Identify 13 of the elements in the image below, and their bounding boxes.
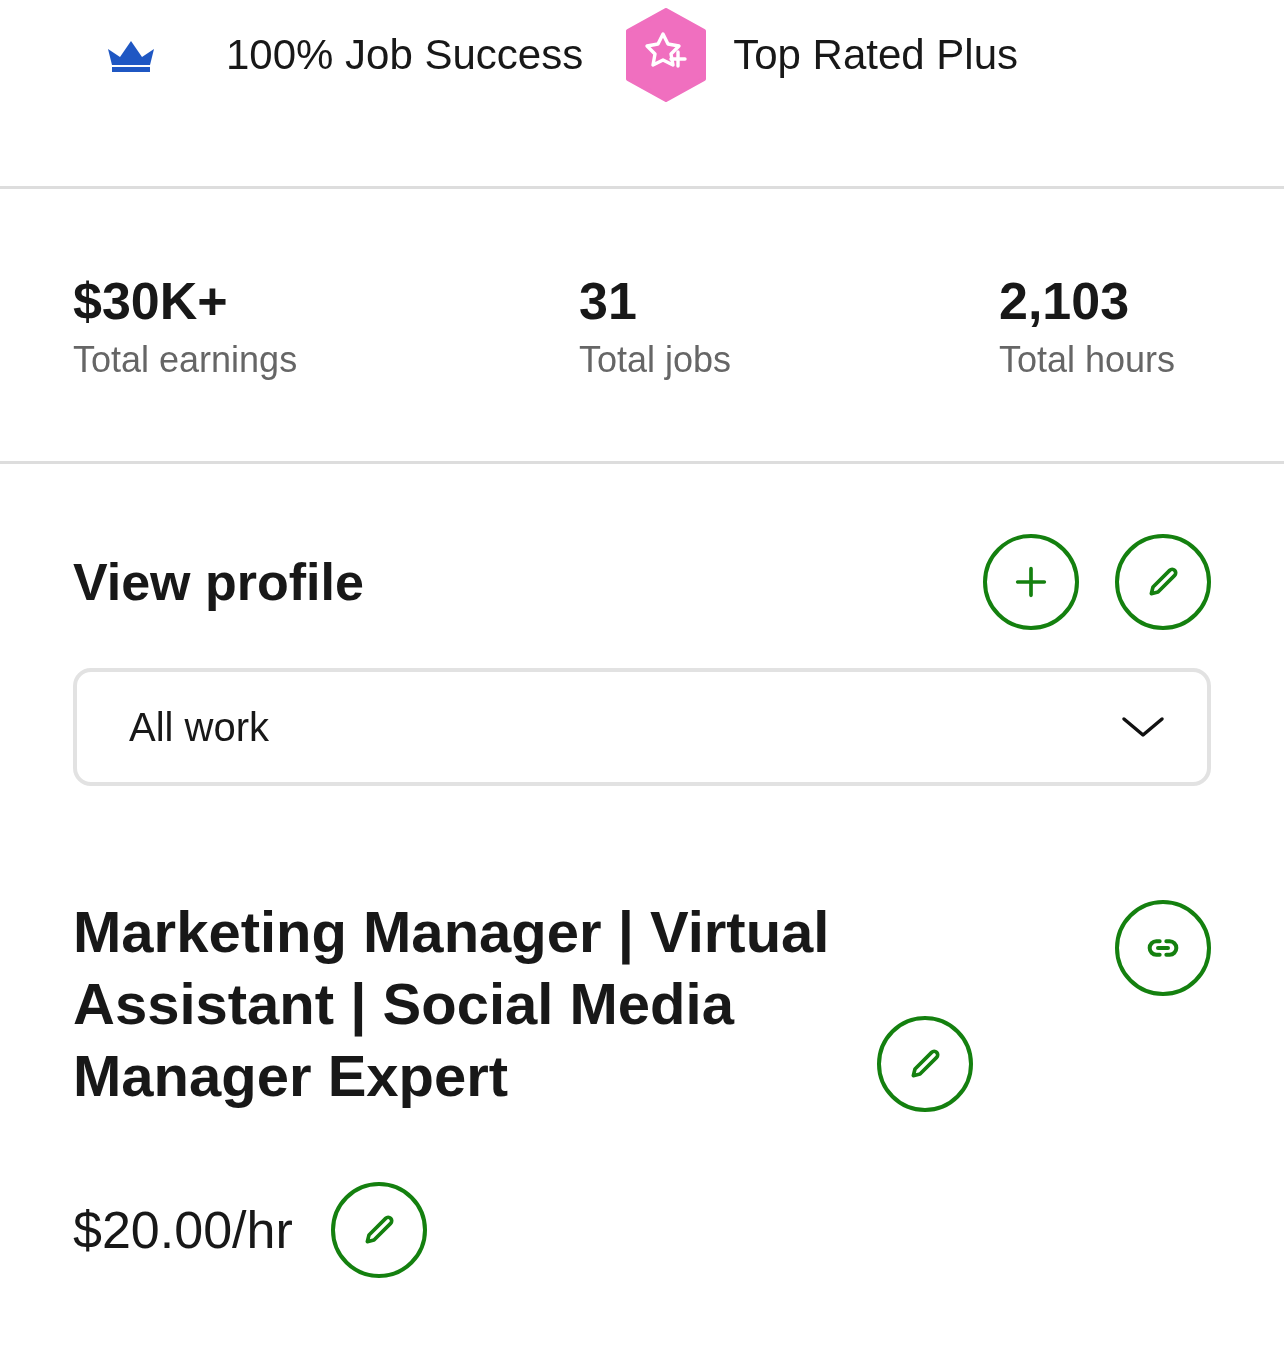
hourly-rate: $20.00/hr xyxy=(73,1200,293,1260)
stat-value: 2,103 xyxy=(999,271,1131,332)
badge-label: 100% Job Success xyxy=(226,31,584,79)
section-title: View profile xyxy=(73,552,364,612)
profile-headline: Marketing Manager | Virtual Assistant | Social Media Manager Expert xyxy=(73,898,831,1110)
chevron-down-icon xyxy=(1121,715,1165,739)
stat-value: $30K+ xyxy=(73,271,229,332)
stat-label: Total hours xyxy=(999,338,1177,382)
stat-value: 31 xyxy=(579,271,638,332)
stat-label: Total jobs xyxy=(579,338,733,382)
work-dropdown[interactable]: All work xyxy=(73,668,1211,786)
stat-label: Total earnings xyxy=(73,338,299,382)
badge-label: Top Rated Plus xyxy=(733,31,1019,79)
